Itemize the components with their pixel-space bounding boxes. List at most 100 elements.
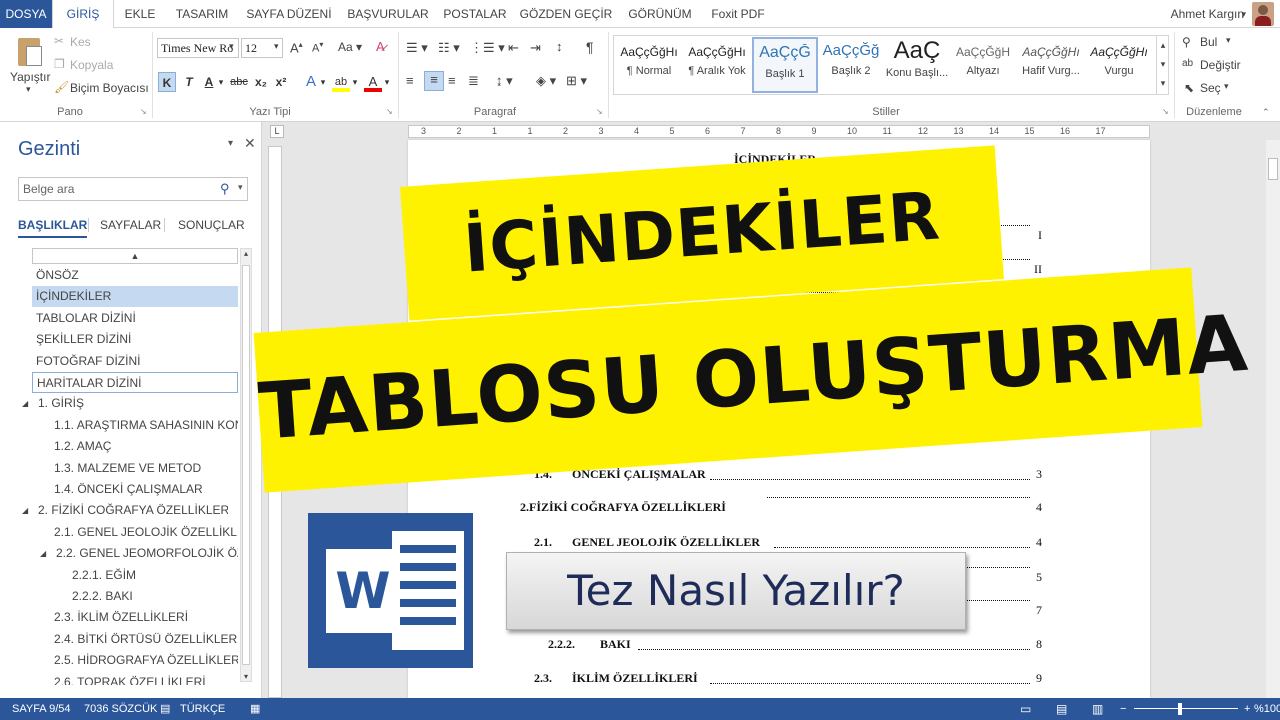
underline-dropdown-icon[interactable]: ▾ [216,72,226,92]
nav-heading-item[interactable]: 2.6. TOPRAK ÖZELLİKLERİ [50,672,238,685]
cut-button[interactable]: Kes [70,35,91,49]
tab-file[interactable]: DOSYA [0,0,52,28]
nav-heading-item[interactable]: ÖNSÖZ [32,265,238,286]
zoom-level[interactable]: %100 [1254,698,1280,720]
select-dropdown-icon[interactable]: ▾ [1224,81,1229,92]
copy-button[interactable]: Kopyala [70,58,113,72]
tab-results[interactable]: SONUÇLAR [178,218,245,232]
proofing-icon[interactable]: ▤ [160,698,170,720]
style-heading-2[interactable]: AaÇçĞğ Başlık 2 [818,37,884,93]
nav-heading-item[interactable]: 2.4. BİTKİ ÖRTÜSÜ ÖZELLİKLERİ [50,629,238,650]
shrink-font-icon[interactable]: A▾ [312,40,323,55]
tab-references[interactable]: BAŞVURULAR [344,0,432,28]
toc-entry[interactable]: 2.2.2. BAKI 8 [548,637,1042,652]
style-no-spacing[interactable]: AaÇçĞğHı ¶ Aralık Yok [684,37,750,93]
web-layout-icon[interactable]: ▥ [1092,698,1103,720]
nav-heading-item[interactable]: FOTOĞRAF DİZİNİ [32,351,238,372]
multilevel-list-icon[interactable]: ⋮☰ ▾ [470,40,505,56]
user-name[interactable]: Ahmet Kargın [1171,0,1244,28]
style-title[interactable]: AaÇ Konu Başlı... [884,37,950,93]
close-icon[interactable]: ✕ [244,135,256,152]
word-count[interactable]: 7036 SÖZCÜK [84,698,157,720]
clear-formatting-icon[interactable]: A̷ [376,39,385,54]
font-launcher-icon[interactable]: ↘ [386,107,393,116]
borders-icon[interactable]: ⊞ ▾ [566,73,587,89]
nav-heading-item[interactable]: 1.4. ÖNCEKİ ÇALIŞMALAR [50,479,238,500]
search-icon[interactable]: ⚲ [220,181,230,197]
nav-heading-item[interactable]: 1.2. AMAÇ [50,436,238,457]
nav-heading-item[interactable]: 2.5. HİDROGRAFYA ÖZELLİKLERİ [50,650,238,671]
sort-icon[interactable]: ↕ [556,39,563,54]
expand-arrow-icon[interactable]: ◢ [40,543,46,564]
select-button[interactable]: Seç [1200,81,1221,95]
tab-pages[interactable]: SAYFALAR [100,218,161,232]
tab-mailings[interactable]: POSTALAR [440,0,510,28]
nav-heading-item[interactable]: HARİTALAR DİZİNİ [32,372,238,393]
style-heading-1[interactable]: AaÇçĞ Başlık 1 [752,37,818,93]
nav-heading-item[interactable]: ◢ 2. FİZİKİ COĞRAFYA ÖZELLİKLERİ [22,500,228,521]
strikethrough-button[interactable]: abc [228,72,250,92]
font-name-box[interactable]: Times New Ro [157,38,239,58]
change-case-icon[interactable]: Aa ▾ [338,40,362,54]
page-count[interactable]: SAYFA 9/54 [12,698,71,720]
tab-foxit-pdf[interactable]: Foxit PDF [706,0,770,28]
expand-arrow-icon[interactable]: ◢ [22,393,28,414]
nav-heading-item[interactable]: TABLOLAR DİZİNİ [32,308,238,329]
style-normal[interactable]: AaÇçĞğHı ¶ Normal [616,37,682,93]
nav-heading-item[interactable]: 1.1. ARAŞTIRMA SAHASININ KON... [50,415,238,436]
tab-design[interactable]: TASARIM [168,0,236,28]
italic-button[interactable]: T [180,72,198,92]
superscript-button[interactable]: x² [272,72,290,92]
toc-entry[interactable]: 2.3. İKLİM ÖZELLİKLERİ 9 [534,671,1042,686]
nav-options-icon[interactable]: ▾ [228,138,233,149]
language[interactable]: TÜRKÇE [180,698,225,720]
nav-heading-item[interactable]: ◢ 1. GİRİŞ [22,393,228,414]
paste-icon[interactable] [16,34,46,68]
nav-heading-item[interactable]: ◢ 2.2. GENEL JEOMORFOLOJİK ÖZEL... [40,543,238,564]
align-center-icon[interactable]: ≡ [424,71,444,91]
zoom-in-icon[interactable]: + [1244,698,1250,720]
toc-entry[interactable]: 1.4. ÖNCEKİ ÇALIŞMALAR 3 [534,467,1042,482]
styles-launcher-icon[interactable]: ↘ [1162,107,1169,116]
find-button[interactable]: Bul [1200,35,1217,49]
align-left-icon[interactable]: ≡ [406,73,414,88]
zoom-out-icon[interactable]: − [1120,698,1126,720]
style-subtle-emphasis[interactable]: AaÇçĞğHı Hafif Vurg... [1018,37,1084,93]
align-right-icon[interactable]: ≡ [448,73,456,88]
tab-page-layout[interactable]: SAYFA DÜZENİ [244,0,334,28]
document-scrollbar[interactable] [1266,140,1280,698]
highlight-color-icon[interactable]: ab [332,72,350,92]
nav-heading-item[interactable]: 2.2.1. EĞİM [68,565,238,586]
paste-button[interactable]: Yapıştır [10,70,50,84]
numbering-icon[interactable]: ☷ ▾ [438,40,460,56]
bold-button[interactable]: K [158,72,176,92]
style-emphasis[interactable]: AaÇçĞğHı Vurgu [1086,37,1152,93]
grow-font-icon[interactable]: A▴ [290,40,303,55]
avatar[interactable] [1252,2,1274,26]
tab-headings[interactable]: BAŞLIKLAR [18,218,88,238]
nav-heading-item[interactable]: 2.3. İKLİM ÖZELLİKLERİ [50,607,238,628]
collapse-ribbon-icon[interactable]: ⌃ [1262,107,1270,118]
tab-view[interactable]: GÖRÜNÜM [622,0,698,28]
subscript-button[interactable]: x₂ [252,72,270,92]
nav-heading-item[interactable]: 2.1. GENEL JEOLOJİK ÖZELLİKLER [50,522,238,543]
style-subtitle[interactable]: AaÇçĞğH Altyazı [950,37,1016,93]
font-color-dropdown-icon[interactable]: ▾ [382,72,392,92]
zoom-slider-thumb[interactable] [1178,703,1182,715]
show-hide-marks-icon[interactable]: ¶ [586,39,594,55]
scroll-down-icon[interactable]: ▾ [241,672,251,681]
font-size-dropdown-icon[interactable]: ▾ [274,41,279,52]
find-dropdown-icon[interactable]: ▾ [1226,35,1231,46]
format-painter-button[interactable]: Biçim Boyacısı [70,81,149,95]
nav-heading-item[interactable]: ŞEKİLLER DİZİNİ [32,329,238,350]
paragraph-launcher-icon[interactable]: ↘ [596,107,603,116]
line-spacing-icon[interactable]: ↨ ▾ [496,73,513,89]
nav-scrollbar[interactable]: ▴ ▾ [240,248,252,682]
tab-review[interactable]: GÖZDEN GEÇİR [518,0,614,28]
font-color-icon[interactable]: A [364,72,382,92]
expand-arrow-icon[interactable]: ◢ [22,500,28,521]
highlight-dropdown-icon[interactable]: ▾ [350,72,360,92]
decrease-indent-icon[interactable]: ⇤ [508,40,519,56]
tab-home[interactable]: GİRİŞ [52,0,114,29]
macro-icon[interactable]: ▦ [250,698,260,720]
